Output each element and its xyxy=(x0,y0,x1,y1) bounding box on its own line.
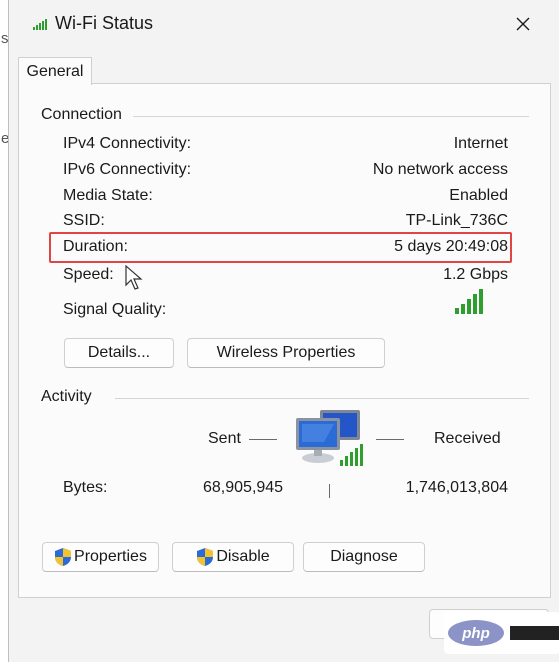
media-state-label: Media State: xyxy=(63,187,153,204)
tab-general[interactable]: General xyxy=(18,57,92,85)
mouse-cursor-icon xyxy=(125,265,143,290)
diagnose-button[interactable]: Diagnose xyxy=(303,542,425,572)
activity-group-label: Activity xyxy=(41,388,92,405)
signal-strength-icon xyxy=(455,289,483,314)
wireless-properties-button[interactable]: Wireless Properties xyxy=(187,338,385,368)
duration-value: 5 days 20:49:08 xyxy=(394,238,508,255)
sent-label: Sent xyxy=(208,430,241,447)
uac-shield-icon xyxy=(55,548,72,566)
disable-label: Disable xyxy=(216,548,270,565)
watermark: php xyxy=(444,612,559,654)
bytes-received-value: 1,746,013,804 xyxy=(405,479,508,496)
window-title: Wi-Fi Status xyxy=(55,13,154,33)
watermark-bar xyxy=(510,626,559,640)
general-panel: Connection IPv4 Connectivity: Internet I… xyxy=(18,83,551,598)
php-logo: php xyxy=(448,620,504,646)
ipv6-label: IPv6 Connectivity: xyxy=(63,161,192,178)
media-state-value: Enabled xyxy=(449,187,508,204)
received-line xyxy=(376,439,404,440)
signal-quality-label: Signal Quality: xyxy=(63,301,167,318)
bytes-label: Bytes: xyxy=(63,479,108,496)
disable-button[interactable]: Disable xyxy=(172,542,294,572)
properties-label: Properties xyxy=(74,548,147,565)
signal-icon xyxy=(33,19,47,30)
ssid-label: SSID: xyxy=(63,212,105,229)
activity-divider xyxy=(329,484,330,498)
ipv4-value: Internet xyxy=(453,135,508,152)
title-bar: Wi-Fi Status xyxy=(9,0,559,48)
details-button[interactable]: Details... xyxy=(64,338,174,368)
received-label: Received xyxy=(434,430,501,447)
close-icon xyxy=(516,17,530,31)
uac-shield-icon xyxy=(197,548,214,566)
duration-label: Duration: xyxy=(63,238,128,255)
ssid-value: TP-Link_736C xyxy=(405,212,508,229)
divider xyxy=(115,398,529,399)
close-button[interactable] xyxy=(503,6,543,42)
connection-group-label: Connection xyxy=(41,106,122,123)
speed-label: Speed: xyxy=(63,266,114,283)
bytes-sent-value: 68,905,945 xyxy=(203,479,284,496)
divider xyxy=(133,116,529,117)
ipv6-value: No network access xyxy=(372,161,508,178)
speed-value: 1.2 Gbps xyxy=(443,266,508,283)
wifi-status-dialog: Wi-Fi Status General Connection IPv4 Con… xyxy=(8,0,559,662)
network-computers-icon xyxy=(296,410,363,466)
ipv4-label: IPv4 Connectivity: xyxy=(63,135,192,152)
sent-line xyxy=(249,439,277,440)
properties-button[interactable]: Properties xyxy=(42,542,159,572)
